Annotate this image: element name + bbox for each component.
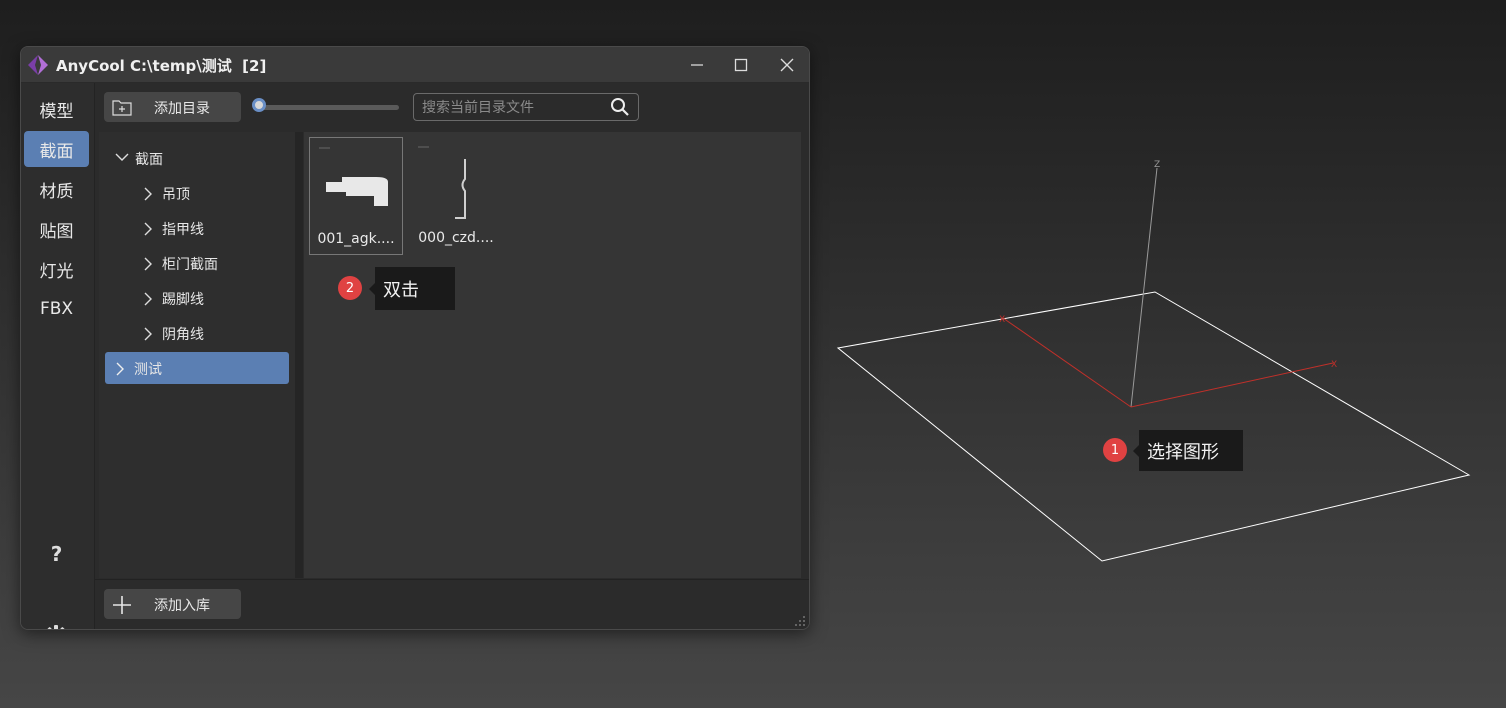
step-tooltip-2: 双击 [369,267,455,310]
add-to-library-label: 添加入库 [154,598,210,614]
resize-grip-icon[interactable] [792,613,806,627]
x-axis-line-b [1130,362,1334,408]
tree-item-child[interactable]: 指甲线 [109,212,289,244]
file-grid: 001_agk.... 000_czd.... 2 双击 [304,132,801,578]
title-bar[interactable]: AnyCool C:\temp\测试 [2] [21,47,809,83]
minimize-icon [691,63,703,66]
sidebar-item-fbx[interactable]: FBX [24,291,89,327]
plus-icon [113,596,131,614]
directory-tree: 截面 吊顶 指甲线 柜门截面 踢脚线 阴角线 测试 [99,132,295,578]
z-axis-label: Z [1154,160,1160,170]
chevron-right-icon[interactable] [115,362,125,376]
category-sidebar: 模型 截面 材质 贴图 灯光 FBX ? [21,83,95,629]
maximize-button[interactable] [719,47,763,82]
tree-item-label: 指甲线 [162,222,204,238]
step-badge-2: 2 [338,276,362,300]
chevron-down-icon[interactable] [115,152,129,162]
section-profile-thumbnail [418,146,466,219]
tree-item-selected[interactable]: 测试 [105,352,289,384]
tree-item-label: 柜门截面 [162,257,218,273]
add-directory-label: 添加目录 [154,101,210,117]
tree-item-label: 吊顶 [162,187,190,203]
zoom-slider-track[interactable] [259,105,399,110]
tree-item-label: 阴角线 [162,327,204,343]
close-button[interactable] [765,47,809,82]
file-name: 001_agk.... [317,231,395,247]
chevron-right-icon[interactable] [143,187,153,201]
tree-item-child[interactable]: 阴角线 [109,317,289,349]
x-axis-line-a [1002,317,1132,408]
file-tile[interactable]: 001_agk.... [309,137,403,255]
sidebar-item-light[interactable]: 灯光 [24,251,89,287]
sidebar-item-material[interactable]: 材质 [24,171,89,207]
chevron-right-icon[interactable] [143,292,153,306]
help-button[interactable]: ? [24,539,89,569]
anycool-window: AnyCool C:\temp\测试 [2] 模型 截面 材质 贴图 灯光 FB… [20,46,810,630]
tree-item-root[interactable]: 截面 [109,142,289,174]
tree-item-label: 踢脚线 [162,292,204,308]
app-logo-icon [28,55,48,75]
zoom-slider-handle[interactable] [252,98,266,112]
search-box [413,93,639,121]
step-badge-1: 1 [1103,438,1127,462]
tree-item-label: 测试 [134,362,162,378]
z-axis-line [1130,167,1158,408]
add-to-library-button[interactable]: 添加入库 [104,589,241,619]
search-input[interactable] [420,97,604,119]
selected-rectangle-shape[interactable] [836,291,1471,562]
tree-item-child[interactable]: 柜门截面 [109,247,289,279]
step-tooltip-1: 选择图形 [1133,430,1243,471]
add-directory-button[interactable]: 添加目录 [104,92,241,122]
file-name: 000_czd.... [418,230,494,246]
tree-scrollbar[interactable] [295,132,303,578]
maximize-icon [734,58,748,71]
folder-plus-icon [112,100,132,116]
search-icon[interactable] [610,97,630,117]
tree-item-label: 截面 [135,152,163,168]
gear-icon[interactable] [44,624,68,630]
chevron-right-icon[interactable] [143,222,153,236]
sidebar-item-texture[interactable]: 贴图 [24,211,89,247]
window-title: AnyCool C:\temp\测试 [2] [56,57,267,75]
file-tile[interactable]: 000_czd.... [409,137,503,255]
close-icon [780,58,794,71]
chevron-right-icon[interactable] [143,327,153,341]
sidebar-item-section[interactable]: 截面 [24,131,89,167]
minimize-button[interactable] [675,47,719,82]
tree-item-child[interactable]: 踢脚线 [109,282,289,314]
section-profile-thumbnail [316,144,396,224]
x-axis-label-a: X [999,315,1005,325]
tree-item-child[interactable]: 吊顶 [109,177,289,209]
chevron-right-icon[interactable] [143,257,153,271]
x-axis-label-b: X [1331,360,1337,370]
sidebar-item-model[interactable]: 模型 [24,91,89,127]
